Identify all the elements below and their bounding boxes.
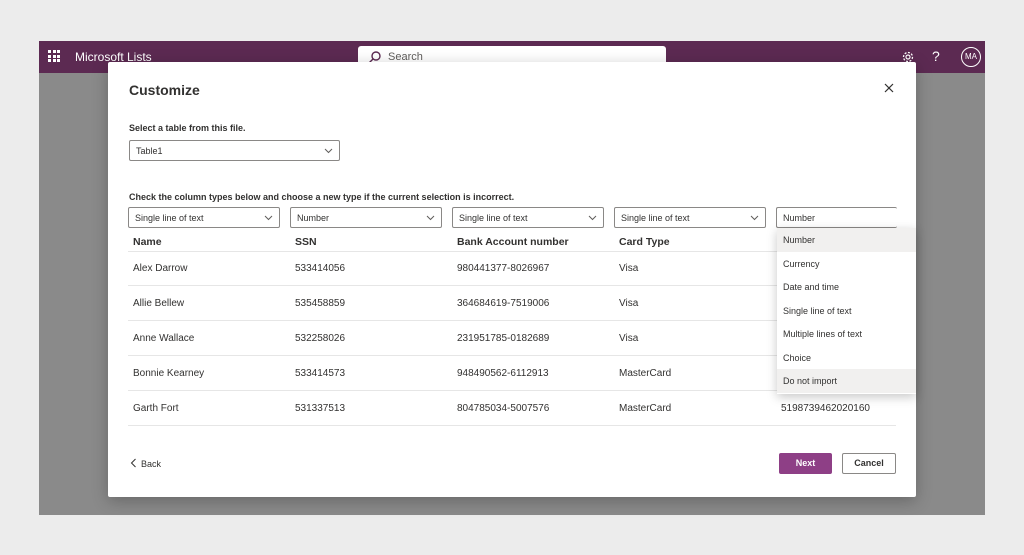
table-cell: 804785034-5007576: [457, 403, 550, 414]
avatar[interactable]: MA: [961, 47, 981, 67]
menu-item-currency[interactable]: Currency: [777, 252, 916, 276]
table-cell: Visa: [619, 333, 639, 344]
close-icon[interactable]: [883, 82, 895, 94]
column-header-name: Name: [133, 236, 162, 248]
column-types-label: Check the column types below and choose …: [129, 192, 515, 202]
table-cell: 533414056: [295, 263, 346, 274]
column-type-dropdown-card-type[interactable]: Single line of text: [614, 207, 766, 228]
column-type-dropdown-ssn[interactable]: Number: [290, 207, 442, 228]
column-type-menu: Number Currency Date and time Single lin…: [777, 228, 916, 394]
table-cell: 533414573: [295, 368, 346, 379]
column-header-bank-account: Bank Account number: [457, 236, 569, 248]
table-cell: Garth Fort: [133, 403, 179, 414]
column-type-dropdown-card-number[interactable]: Number: [776, 207, 897, 228]
table-dropdown[interactable]: Table1: [129, 140, 340, 161]
chevron-left-icon: [130, 458, 136, 468]
table-cell: 948490562-6112913: [457, 368, 549, 379]
customize-dialog: Customize Select a table from this file.…: [108, 62, 916, 497]
table-cell: 535458859: [295, 298, 346, 309]
cancel-button[interactable]: Cancel: [842, 453, 896, 474]
table-cell: Bonnie Kearney: [133, 368, 205, 379]
column-type-value: Number: [783, 213, 816, 223]
column-header-card-type: Card Type: [619, 236, 670, 248]
waffle-icon[interactable]: [48, 50, 60, 62]
menu-item-choice[interactable]: Choice: [777, 346, 916, 370]
table-cell: Visa: [619, 263, 639, 274]
chevron-down-icon: [588, 215, 597, 221]
menu-item-single-line-of-text[interactable]: Single line of text: [777, 299, 916, 323]
chevron-down-icon: [750, 215, 759, 221]
table-cell: 980441377-8026967: [457, 263, 550, 274]
table-cell: 531337513: [295, 403, 346, 414]
table-dropdown-value: Table1: [136, 146, 163, 156]
table-cell: 532258026: [295, 333, 346, 344]
table-cell: 364684619-7519006: [457, 298, 550, 309]
help-icon[interactable]: ?: [932, 48, 940, 64]
row-divider: [128, 425, 896, 426]
menu-item-date-and-time[interactable]: Date and time: [777, 275, 916, 299]
next-button[interactable]: Next: [779, 453, 832, 474]
column-type-value: Number: [297, 213, 330, 223]
column-header-ssn: SSN: [295, 236, 317, 248]
chevron-down-icon: [324, 148, 333, 154]
column-type-value: Single line of text: [459, 213, 528, 223]
table-cell: Anne Wallace: [133, 333, 195, 344]
column-type-value: Single line of text: [621, 213, 690, 223]
table-cell: MasterCard: [619, 403, 672, 414]
column-type-dropdown-bank-account[interactable]: Single line of text: [452, 207, 604, 228]
table-cell: Visa: [619, 298, 639, 309]
menu-item-multiple-lines-of-text[interactable]: Multiple lines of text: [777, 322, 916, 346]
table-cell: 231951785-0182689: [457, 333, 550, 344]
menu-item-number[interactable]: Number: [777, 228, 916, 252]
back-button[interactable]: Back: [130, 458, 161, 469]
table-select-label: Select a table from this file.: [129, 123, 246, 133]
table-cell: Alex Darrow: [133, 263, 188, 274]
back-label: Back: [141, 459, 162, 469]
menu-item-do-not-import[interactable]: Do not import: [777, 369, 916, 393]
chevron-down-icon: [264, 215, 273, 221]
table-cell: 5198739462020160: [781, 403, 870, 414]
chevron-down-icon: [426, 215, 435, 221]
column-type-dropdown-name[interactable]: Single line of text: [128, 207, 280, 228]
dialog-title: Customize: [129, 82, 200, 98]
column-type-value: Single line of text: [135, 213, 204, 223]
table-cell: MasterCard: [619, 368, 672, 379]
table-cell: Allie Bellew: [133, 298, 185, 309]
